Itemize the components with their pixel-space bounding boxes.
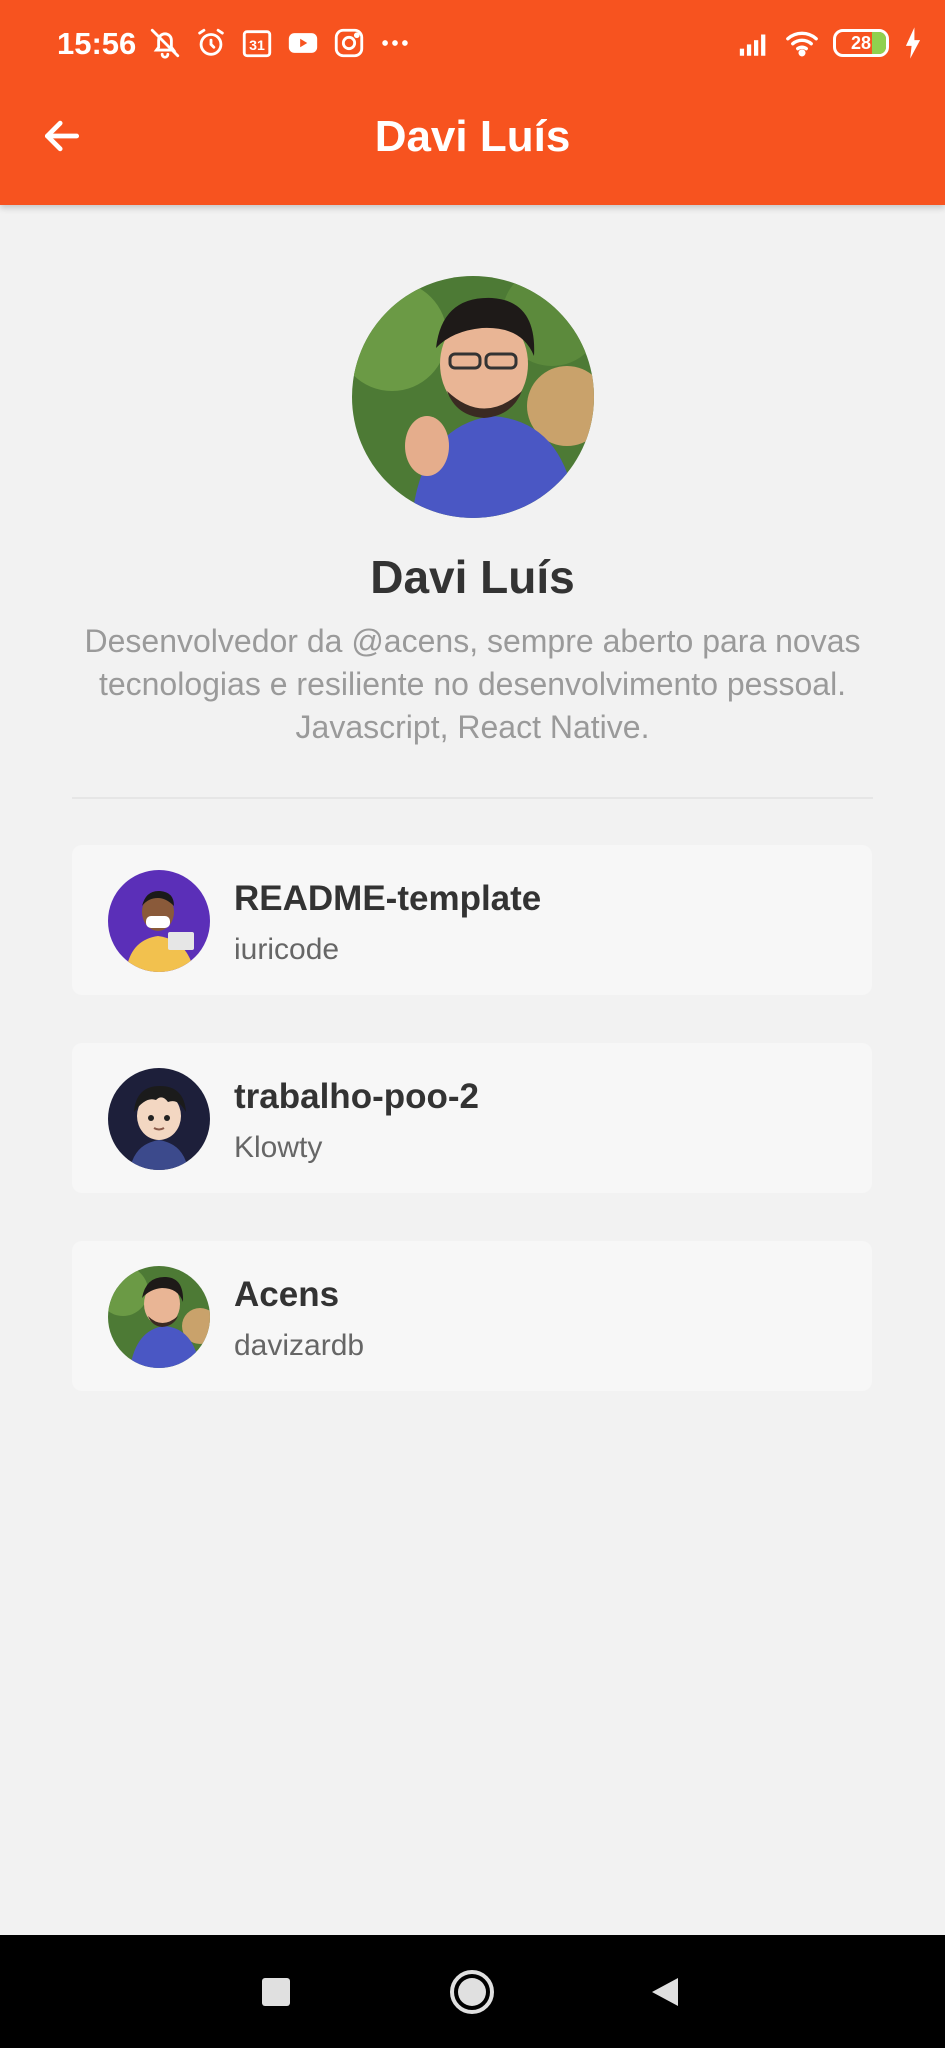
repo-avatar <box>108 1266 210 1368</box>
app-header: 15:56 31 28 Davi Luís <box>0 0 945 205</box>
repo-avatar <box>108 1068 210 1170</box>
calendar-icon: 31 <box>240 26 274 60</box>
repo-card[interactable]: trabalho-poo-2 Klowty <box>72 1043 872 1193</box>
instagram-icon <box>332 26 366 60</box>
repo-owner: davizardb <box>234 1329 365 1362</box>
charging-icon <box>903 26 923 60</box>
status-system-icons: 28 <box>737 26 923 60</box>
repo-title: trabalho-poo-2 <box>234 1077 479 1116</box>
more-dots-icon <box>378 26 412 60</box>
home-button[interactable] <box>439 1959 505 2025</box>
repo-card[interactable]: Acens davizardb <box>72 1241 872 1391</box>
repo-owner: iuricode <box>234 933 340 966</box>
repo-card[interactable]: README-template iuricode <box>72 845 872 995</box>
signal-icon <box>737 26 771 60</box>
recent-apps-icon <box>262 1978 290 2006</box>
profile-bio: Desenvolvedor da @acens, sempre aberto p… <box>84 623 861 745</box>
divider <box>72 797 873 799</box>
repo-avatar <box>108 870 210 972</box>
recent-apps-button[interactable] <box>243 1959 309 2025</box>
status-time: 15:56 <box>57 26 137 61</box>
profile-name: Davi Luís <box>370 551 575 603</box>
youtube-icon <box>286 26 320 60</box>
bell-off-icon <box>148 26 182 60</box>
back-triangle-icon <box>652 1978 678 2006</box>
system-nav-bar <box>0 1935 945 2048</box>
calendar-day: 31 <box>249 38 265 54</box>
status-bar: 15:56 31 28 <box>0 0 945 90</box>
repo-title: README-template <box>234 879 542 918</box>
battery-icon: 28 <box>833 29 889 57</box>
alarm-icon <box>194 26 228 60</box>
status-notification-icons: 31 <box>148 26 412 60</box>
wifi-icon <box>785 26 819 60</box>
profile-avatar <box>352 276 594 518</box>
repo-title: Acens <box>234 1275 340 1314</box>
home-icon <box>450 1970 494 2014</box>
repo-owner: Klowty <box>234 1131 323 1164</box>
battery-level: 28 <box>850 32 872 53</box>
nav-back-button[interactable] <box>632 1959 698 2025</box>
page-title: Davi Luís <box>374 112 571 161</box>
